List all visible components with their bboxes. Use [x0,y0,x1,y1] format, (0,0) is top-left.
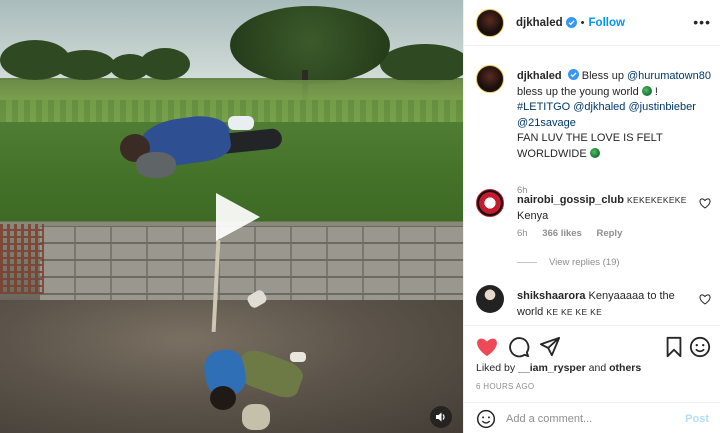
video-frame-top [0,0,463,222]
commenter-avatar[interactable] [476,189,504,217]
globe-emoji-icon [589,147,600,158]
comment-input[interactable] [506,412,686,425]
caption-mention[interactable]: @hurumatown80 [627,70,711,82]
post-side-panel: djkhaled • Follow ••• djkhaled Bless up … [463,0,720,433]
view-replies-button[interactable]: View replies (19) [517,257,620,268]
liked-by-summary: Liked by __iam_rysper and others [476,362,641,374]
play-icon[interactable] [208,191,264,243]
caption-mention[interactable]: @justinbieber [628,101,695,113]
post-comment-button[interactable]: Post [685,413,709,425]
commenter-avatar[interactable] [476,285,504,313]
caption-text-2b: ! [654,85,658,98]
globe-emoji-icon [641,85,652,96]
comment-time[interactable]: 6h [517,228,528,239]
liked-by-user[interactable]: __iam_rysper [518,362,586,374]
author-username[interactable]: djkhaled [516,17,563,29]
caption-mention[interactable]: @21savage [517,117,576,129]
sound-icon[interactable] [430,406,452,428]
comment-text: Kenya [517,209,549,222]
liked-by-and: and [588,362,607,374]
caption-mention[interactable]: @djkhaled [573,101,625,113]
verified-badge-icon [565,17,577,28]
caption-text-5: FAN LUV THE LOVE IS FELT [517,132,663,144]
view-replies-label: View replies (19) [549,257,620,268]
comments-scroll-area[interactable]: djkhaled Bless up @hurumatown80 bless up… [464,47,720,325]
liked-by-prefix: Liked by [476,362,516,374]
heart-icon[interactable] [699,198,711,209]
liked-by-others[interactable]: others [609,362,641,374]
comment-likes[interactable]: 366 likes [542,228,582,239]
comment-author-suffix: KEKEKEKEKE [627,195,687,205]
post-video[interactable] [0,0,463,433]
author-avatar[interactable] [476,8,504,37]
caption-text-1: Bless up [581,70,624,82]
more-options-icon[interactable]: ••• [693,14,711,30]
bookmark-icon[interactable] [663,336,685,358]
comment-text: Kenyaaaaa to the [588,290,675,302]
caption-text-2: bless up the young world [517,85,639,98]
post-actions: Liked by __iam_rysper and others 6 HOURS… [464,325,720,433]
caption-avatar[interactable] [476,65,504,93]
comment-author[interactable]: shikshaarora [517,290,585,302]
post-header: djkhaled • Follow ••• [464,0,720,46]
share-icon[interactable] [539,336,561,358]
caption-hashtag[interactable]: #LETITGO [517,101,570,113]
heart-icon[interactable] [699,294,711,305]
emoji-icon[interactable] [476,409,496,429]
header-separator: • [580,16,585,29]
comment-meta: 6h 366 likes Reply [517,228,634,239]
reply-button[interactable]: Reply [596,228,622,239]
comment-author[interactable]: nairobi_gossip_club [517,194,624,206]
add-comment-bar: Post [464,402,720,433]
emoji-icon[interactable] [689,336,711,358]
heart-icon[interactable] [476,336,498,358]
comment-text: KE KE KE KE [546,306,603,317]
post-timestamp[interactable]: 6 HOURS AGO [476,382,534,391]
follow-button[interactable]: Follow [589,17,625,29]
verified-badge-icon [567,69,579,80]
caption-text-6: WORLDWIDE [517,147,587,160]
caption-author[interactable]: djkhaled [517,70,562,82]
comment-text: world [517,305,544,318]
comment-icon[interactable] [508,336,530,358]
